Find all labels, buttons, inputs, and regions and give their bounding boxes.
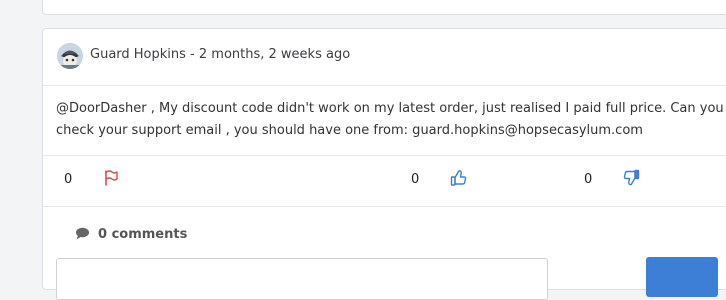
previous-post-card xyxy=(42,0,726,15)
thumbs-up-icon[interactable] xyxy=(450,169,467,191)
submit-comment-button[interactable] xyxy=(646,257,718,297)
speech-bubble-icon xyxy=(75,225,90,244)
post-meta: Guard Hopkins - 2 months, 2 weeks ago xyxy=(90,47,350,62)
flag-count: 0 xyxy=(64,172,73,187)
post-actions: 0 0 0 xyxy=(43,155,726,207)
post-header: Guard Hopkins - 2 months, 2 weeks ago xyxy=(43,29,726,86)
comments-toggle[interactable]: 0 comments xyxy=(75,225,187,243)
flag-icon[interactable] xyxy=(103,169,119,191)
post-time: 2 months, 2 weeks ago xyxy=(198,47,351,62)
thumbs-down-icon[interactable] xyxy=(623,169,640,191)
avatar[interactable] xyxy=(57,43,83,69)
avatar-image xyxy=(57,43,83,69)
meta-separator: - xyxy=(185,47,199,62)
downvote-count: 0 xyxy=(584,172,593,187)
post-body: @DoorDasher , My discount code didn't wo… xyxy=(56,101,724,138)
post-card: Guard Hopkins - 2 months, 2 weeks ago @D… xyxy=(42,28,726,300)
upvote-count: 0 xyxy=(411,172,420,187)
comment-input[interactable] xyxy=(56,258,548,300)
comments-count: 0 comments xyxy=(98,226,188,242)
author-name[interactable]: Guard Hopkins xyxy=(90,47,186,62)
